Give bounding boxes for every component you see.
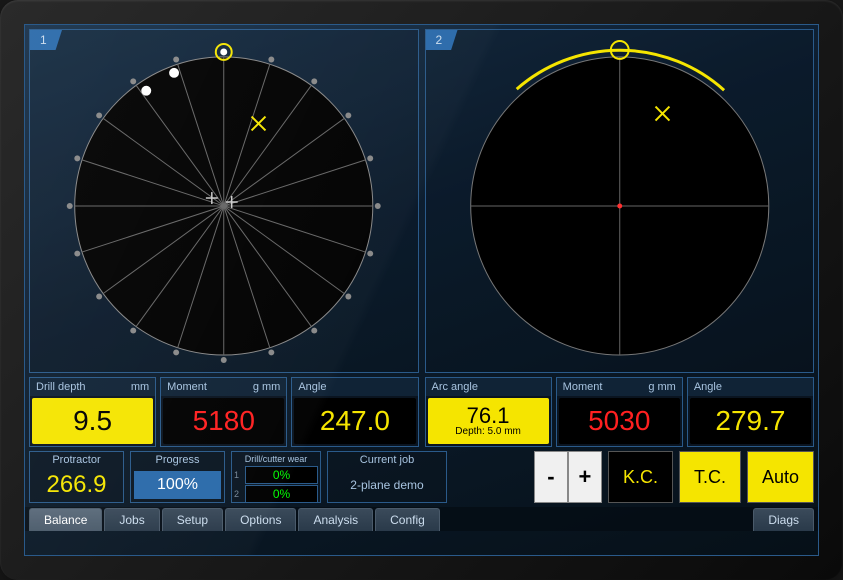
- tc-button[interactable]: T.C.: [679, 451, 741, 503]
- readout-unit: g mm: [253, 381, 281, 393]
- dial-1[interactable]: [30, 30, 418, 372]
- wear-box[interactable]: Drill/cutter wear 10% 20%: [231, 451, 321, 503]
- tab-balance[interactable]: Balance: [29, 508, 102, 531]
- auto-button[interactable]: Auto: [747, 451, 814, 503]
- readout-arc-angle[interactable]: Arc angle 76.1 Depth: 5.0 mm: [425, 377, 552, 447]
- kc-button[interactable]: K.C.: [608, 451, 673, 503]
- protractor-box[interactable]: Protractor 266.9: [29, 451, 124, 503]
- readout-value: 9.5: [32, 398, 153, 444]
- readout-moment-2[interactable]: Moment g mm 5030: [556, 377, 683, 447]
- progress-value: 100%: [134, 471, 221, 499]
- wear-row-2: 20%: [234, 485, 318, 503]
- readout-moment-1[interactable]: Moment g mm 5180: [160, 377, 287, 447]
- tab-setup[interactable]: Setup: [162, 508, 223, 531]
- readout-value: 5030: [559, 398, 680, 444]
- readouts-left: Drill depth mm 9.5 Moment g mm 5180 Angle …: [29, 377, 419, 447]
- readouts-right: Arc angle 76.1 Depth: 5.0 mm Moment g mm …: [425, 377, 815, 447]
- plus-minus-group: - +: [534, 451, 602, 503]
- protractor-value: 266.9: [30, 468, 123, 502]
- readouts-row: Drill depth mm 9.5 Moment g mm 5180 Angle …: [25, 377, 818, 447]
- plus-button[interactable]: +: [568, 451, 602, 503]
- tab-bar: Balance Jobs Setup Options Analysis Conf…: [25, 507, 818, 531]
- tab-jobs[interactable]: Jobs: [104, 508, 159, 531]
- progress-box[interactable]: Progress 100%: [130, 451, 225, 503]
- wear-value-1: 0%: [245, 466, 318, 484]
- screen: 1: [24, 24, 819, 556]
- job-box[interactable]: Current job 2-plane demo: [327, 451, 447, 503]
- readout-label: Moment: [167, 381, 207, 393]
- protractor-label: Protractor: [30, 452, 123, 468]
- job-value: 2-plane demo: [328, 468, 446, 502]
- wear-value-2: 0%: [245, 485, 318, 503]
- readout-angle-2[interactable]: Angle 279.7: [687, 377, 814, 447]
- readout-unit: g mm: [648, 381, 676, 393]
- tab-options[interactable]: Options: [225, 508, 296, 531]
- readout-unit: mm: [131, 381, 149, 393]
- panel-2: 2: [425, 29, 815, 373]
- marker-dot-icon: [141, 86, 151, 96]
- tab-config[interactable]: Config: [375, 508, 440, 531]
- tab-diags[interactable]: Diags: [753, 508, 814, 531]
- minus-button[interactable]: -: [534, 451, 568, 503]
- center-dot-icon: [617, 203, 622, 208]
- tab-analysis[interactable]: Analysis: [298, 508, 373, 531]
- status-row: Protractor 266.9 Progress 100% Drill/cut…: [25, 447, 818, 507]
- readout-value: 76.1 Depth: 5.0 mm: [428, 398, 549, 444]
- readout-drill-depth[interactable]: Drill depth mm 9.5: [29, 377, 156, 447]
- readout-value: 279.7: [690, 398, 811, 444]
- readout-label: Angle: [694, 381, 722, 393]
- device-frame: 1: [0, 0, 843, 580]
- job-label: Current job: [328, 452, 446, 468]
- arc-depth-sub: Depth: 5.0 mm: [455, 427, 521, 438]
- readout-value: 247.0: [294, 398, 415, 444]
- progress-label: Progress: [131, 452, 224, 468]
- readout-label: Drill depth: [36, 381, 86, 393]
- readout-label: Moment: [563, 381, 603, 393]
- wear-row-1: 10%: [234, 466, 318, 484]
- panel-1: 1: [29, 29, 419, 373]
- dial-panels: 1: [25, 25, 818, 377]
- readout-label: Arc angle: [432, 381, 478, 393]
- marker-dot-icon: [169, 68, 179, 78]
- wear-label: Drill/cutter wear: [234, 452, 318, 466]
- dial-2[interactable]: [426, 30, 814, 372]
- readout-label: Angle: [298, 381, 326, 393]
- readout-angle-1[interactable]: Angle 247.0: [291, 377, 418, 447]
- readout-value: 5180: [163, 398, 284, 444]
